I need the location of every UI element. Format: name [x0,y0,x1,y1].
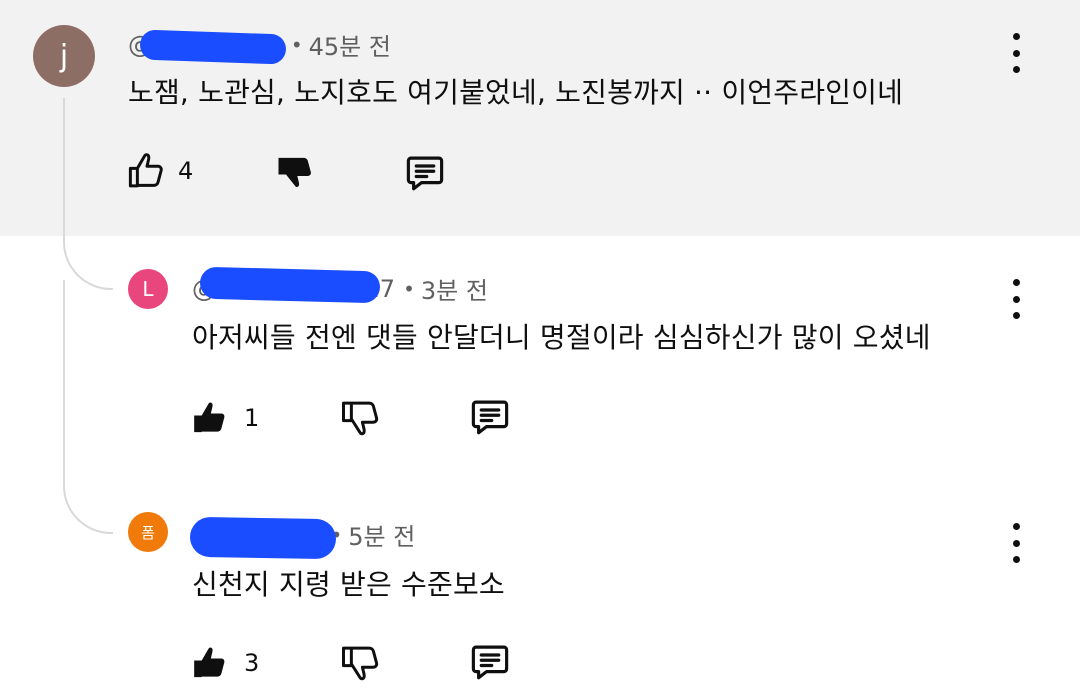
like-count: 4 [178,157,194,185]
separator-dot: • [403,276,415,301]
comment-text: 신천지 지령 받은 수준보소 [192,568,505,601]
thumbs-down-icon [342,401,379,436]
dislike-button[interactable] [340,642,382,684]
reply-button[interactable] [468,641,512,683]
thumbs-up-icon [194,402,225,433]
like-button[interactable]: 3 [190,643,259,683]
more-vert-icon[interactable] [1004,279,1028,319]
thumbs-up-icon [128,153,163,188]
like-button[interactable]: 1 [190,398,259,438]
dislike-button[interactable] [340,397,382,439]
redaction-scribble [139,29,287,65]
redaction-scribble [199,266,381,304]
like-button[interactable]: 4 [126,150,193,192]
thumbs-down-icon [342,646,379,681]
avatar[interactable]: L [128,269,168,309]
thumbs-down-icon [278,157,311,188]
like-count: 3 [244,649,260,677]
thumbs-up-icon [194,647,225,678]
like-count: 1 [244,404,260,432]
more-vert-icon[interactable] [1004,33,1028,73]
reply-button[interactable] [403,152,447,194]
dislike-button[interactable] [276,152,316,192]
separator-dot: • [290,32,303,57]
comment-text: 노잼, 노관심, 노지호도 여기붙었네, 노진봉까지 ·· 이언주라인이네 [128,76,904,109]
reply-icon [471,645,509,680]
timestamp[interactable]: 5분 전 [348,517,415,552]
avatar-letter: L [142,277,154,301]
reply-icon [406,156,444,191]
thread-line [63,98,113,290]
timestamp[interactable]: 3분 전 [421,271,488,306]
avatar-letter: j [59,38,69,74]
more-vert-icon[interactable] [1004,523,1028,563]
thread-line [63,280,113,534]
comment-text: 아저씨들 전엔 댓들 안달더니 명절이라 심심하신가 많이 오셨네 [192,321,931,354]
avatar[interactable]: j [33,25,95,87]
redaction-scribble [189,516,337,560]
avatar[interactable]: 폼 [128,512,168,552]
reply-icon [471,400,509,435]
avatar-letter: 폼 [141,523,155,542]
reply-button[interactable] [468,396,512,438]
timestamp[interactable]: 45분 전 [309,27,391,62]
